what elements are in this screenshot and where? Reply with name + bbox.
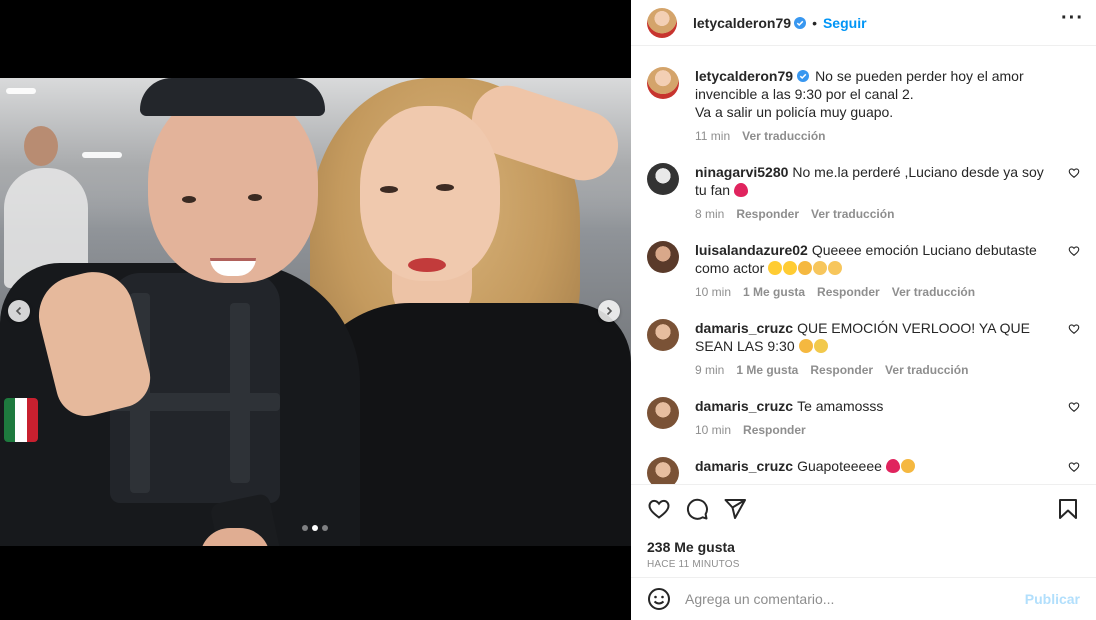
comment-time[interactable]: 10 min bbox=[695, 423, 731, 437]
clapping-hands-emoji-icon bbox=[813, 261, 828, 275]
chevron-left-icon bbox=[15, 306, 22, 316]
post-info-panel: letycalderon79 • Seguir ··· letycalderon… bbox=[631, 0, 1096, 620]
commenter-avatar[interactable] bbox=[647, 319, 679, 351]
chevron-right-icon bbox=[606, 306, 613, 316]
comment-item: damaris_cruzc Te amamosss 10 min Responder bbox=[647, 397, 1080, 437]
verified-badge-icon bbox=[794, 16, 807, 29]
translate-button[interactable]: Ver traducción bbox=[892, 285, 975, 299]
translate-button[interactable]: Ver traducción bbox=[742, 129, 825, 143]
comment-like-heart-icon[interactable] bbox=[1068, 323, 1080, 335]
translate-button[interactable]: Ver traducción bbox=[811, 207, 894, 221]
save-bookmark-icon[interactable] bbox=[1056, 497, 1080, 521]
post-timestamp[interactable]: HACE 11 MINUTOS bbox=[647, 559, 1080, 570]
boy-eye bbox=[248, 194, 262, 201]
hands-over-mouth-emoji-icon bbox=[900, 459, 915, 473]
more-options-icon[interactable]: ··· bbox=[1061, 8, 1084, 28]
comments-list[interactable]: letycalderon79 No se pueden perder hoy el… bbox=[631, 47, 1096, 484]
carousel-dot bbox=[302, 525, 308, 531]
post-caption: letycalderon79 No se pueden perder hoy el… bbox=[647, 67, 1080, 143]
comment-likes[interactable]: 1 Me gusta bbox=[736, 363, 798, 377]
add-comment-bar: Publicar bbox=[631, 577, 1096, 620]
mexico-flag-patch bbox=[4, 398, 38, 442]
comment-like-heart-icon[interactable] bbox=[1068, 461, 1080, 473]
commenter-username[interactable]: luisalandazure02 bbox=[695, 242, 808, 258]
author-username[interactable]: letycalderon79 bbox=[693, 15, 791, 31]
post-header: letycalderon79 • Seguir ··· bbox=[631, 0, 1096, 46]
author-avatar[interactable] bbox=[647, 7, 677, 38]
caption-username[interactable]: letycalderon79 bbox=[695, 68, 793, 84]
share-send-icon[interactable] bbox=[723, 497, 747, 521]
red-heart-emoji-icon bbox=[885, 459, 900, 473]
ceiling-light bbox=[82, 152, 122, 158]
boy-eye bbox=[182, 196, 196, 203]
sparkles-emoji-icon bbox=[813, 339, 828, 353]
heart-eyes-emoji-icon bbox=[783, 261, 798, 275]
boy-cap bbox=[140, 78, 325, 116]
comment-item: damaris_cruzc Guapoteeeee bbox=[647, 457, 1080, 484]
reply-button[interactable]: Responder bbox=[736, 207, 799, 221]
commenter-username[interactable]: ninagarvi5280 bbox=[695, 164, 788, 180]
comment-text: Te amamosss bbox=[797, 398, 884, 414]
carousel-next-button[interactable] bbox=[598, 300, 620, 322]
comment-like-heart-icon[interactable] bbox=[1068, 245, 1080, 257]
woman-eye bbox=[436, 184, 454, 191]
commenter-username[interactable]: damaris_cruzc bbox=[695, 398, 793, 414]
publish-button[interactable]: Publicar bbox=[1025, 591, 1080, 607]
background-person-head bbox=[24, 126, 58, 166]
carousel-prev-button[interactable] bbox=[8, 300, 30, 322]
caption-time[interactable]: 11 min bbox=[695, 129, 730, 143]
comment-item: luisalandazure02 Queeee emoción Luciano d… bbox=[647, 241, 1080, 299]
woman-lips bbox=[408, 258, 446, 272]
hands-over-mouth-emoji-icon bbox=[798, 261, 813, 275]
comment-text: Guapoteeeee bbox=[797, 458, 882, 474]
comment-time[interactable]: 9 min bbox=[695, 363, 724, 377]
caption-text-line2: Va a salir un policía muy guapo. bbox=[695, 104, 894, 120]
post-actions: 238 Me gusta HACE 11 MINUTOS bbox=[631, 484, 1096, 576]
hands-over-mouth-emoji-icon bbox=[798, 339, 813, 353]
verified-badge-icon bbox=[797, 70, 810, 82]
emoji-smile-icon[interactable] bbox=[647, 587, 671, 611]
comment-time[interactable]: 8 min bbox=[695, 207, 724, 221]
woman-eye bbox=[380, 186, 398, 193]
heart-eyes-emoji-icon bbox=[768, 261, 783, 275]
comment-bubble-icon[interactable] bbox=[685, 497, 709, 521]
commenter-avatar[interactable] bbox=[647, 457, 679, 484]
likes-count[interactable]: 238 Me gusta bbox=[647, 539, 1080, 555]
reply-button[interactable]: Responder bbox=[817, 285, 880, 299]
reply-button[interactable]: Responder bbox=[810, 363, 873, 377]
ceiling-light bbox=[6, 88, 36, 94]
carousel-dot bbox=[312, 525, 318, 531]
commenter-avatar[interactable] bbox=[647, 163, 679, 195]
comment-input[interactable] bbox=[685, 591, 1025, 607]
comment-like-heart-icon[interactable] bbox=[1068, 401, 1080, 413]
translate-button[interactable]: Ver traducción bbox=[885, 363, 968, 377]
reply-button[interactable]: Responder bbox=[743, 423, 806, 437]
like-heart-icon[interactable] bbox=[647, 497, 671, 521]
clapping-hands-emoji-icon bbox=[828, 261, 843, 275]
commenter-avatar[interactable] bbox=[647, 241, 679, 273]
comment-item: ninagarvi5280 No me.la perderé ,Luciano d… bbox=[647, 163, 1080, 221]
comment-likes[interactable]: 1 Me gusta bbox=[743, 285, 805, 299]
red-heart-emoji-icon bbox=[733, 183, 748, 197]
separator-dot: • bbox=[812, 14, 817, 31]
comment-item: damaris_cruzc QUE EMOCIÓN VERLOOO! YA QUE… bbox=[647, 319, 1080, 377]
post-media bbox=[0, 0, 631, 620]
commenter-avatar[interactable] bbox=[647, 397, 679, 429]
carousel-dot bbox=[322, 525, 328, 531]
commenter-username[interactable]: damaris_cruzc bbox=[695, 320, 793, 336]
post-photo[interactable] bbox=[0, 78, 631, 546]
boy-face bbox=[148, 88, 318, 283]
carousel-indicator bbox=[302, 525, 328, 531]
comment-time[interactable]: 10 min bbox=[695, 285, 731, 299]
author-avatar[interactable] bbox=[647, 67, 679, 99]
woman-face bbox=[360, 106, 500, 281]
comment-like-heart-icon[interactable] bbox=[1068, 167, 1080, 179]
follow-button[interactable]: Seguir bbox=[823, 15, 867, 31]
commenter-username[interactable]: damaris_cruzc bbox=[695, 458, 793, 474]
